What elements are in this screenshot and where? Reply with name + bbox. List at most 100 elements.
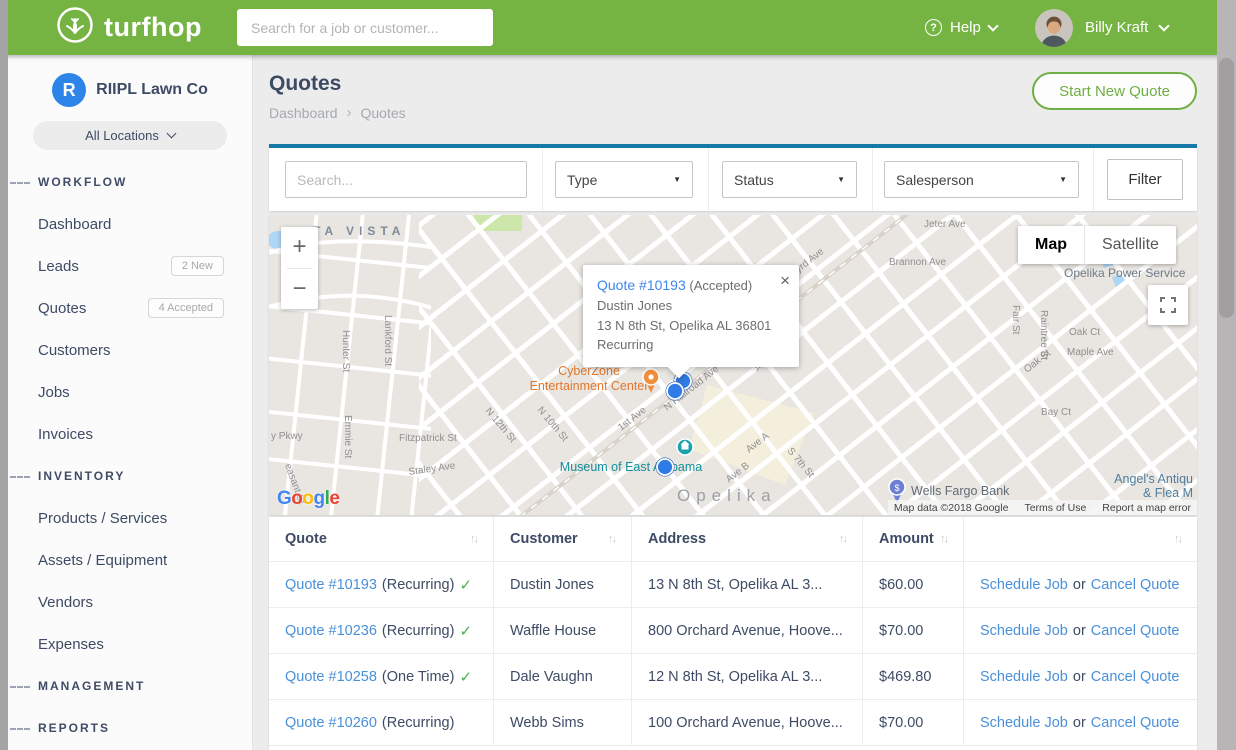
column-header-amount[interactable]: Amount↑↓ (863, 517, 964, 561)
location-selector[interactable]: All Locations (33, 121, 227, 150)
column-header-quote[interactable]: Quote↑↓ (269, 517, 494, 561)
poi-label-angels[interactable]: & Flea M (1143, 486, 1193, 500)
sidebar-item-jobs[interactable]: Jobs (8, 371, 252, 413)
cancel-quote-link[interactable]: Cancel Quote (1091, 669, 1180, 685)
column-header-address[interactable]: Address↑↓ (632, 517, 863, 561)
google-logo[interactable]: Google (277, 488, 339, 510)
sort-icon[interactable]: ↑↓ (1174, 533, 1181, 545)
status-select[interactable]: Status▼ (722, 161, 857, 198)
street-label: Maple Ave (1067, 347, 1114, 358)
fullscreen-button[interactable] (1148, 285, 1188, 325)
address-cell: 13 N 8th St, Opelika AL 3... (632, 562, 863, 607)
info-type: Recurring (597, 335, 785, 355)
sidebar-item-products-services[interactable]: Products / Services (8, 497, 252, 539)
address-cell: 100 Orchard Avenue, Hoove... (632, 700, 863, 745)
sidebar-item-invoices[interactable]: Invoices (8, 413, 252, 455)
chevron-down-icon (1159, 20, 1170, 31)
avatar (1035, 9, 1073, 47)
poi-label-power[interactable]: Opelika Power Service (1064, 266, 1186, 280)
street-label: Lankford St (382, 315, 393, 366)
app-logo-text: turfhop (104, 12, 202, 43)
info-quote-link[interactable]: Quote #10193 (597, 277, 686, 293)
global-search-input[interactable] (237, 9, 493, 46)
scrollbar-thumb[interactable] (1219, 58, 1234, 318)
quotes-search-input[interactable] (285, 161, 527, 198)
quote-marker[interactable] (656, 458, 675, 477)
schedule-job-link[interactable]: Schedule Job (980, 715, 1068, 731)
close-icon[interactable]: × (780, 271, 790, 291)
sort-icon[interactable]: ↑↓ (470, 533, 477, 545)
help-menu[interactable]: ? Help (925, 0, 997, 55)
amount-cell: $60.00 (863, 562, 964, 607)
amount-cell: $70.00 (863, 608, 964, 653)
sidebar-section-workflow[interactable]: WORKFLOW (8, 161, 252, 203)
street-label: Jeter Ave (924, 219, 966, 230)
table-row: Quote #10260(Recurring) Webb Sims 100 Or… (269, 700, 1197, 746)
sidebar-item-expenses[interactable]: Expenses (8, 623, 252, 665)
table-row: Quote #10258(One Time)✓ Dale Vaughn 12 N… (269, 654, 1197, 700)
street-label: Fair St (1010, 305, 1021, 335)
action-separator: or (1073, 577, 1086, 593)
quote-type: (Recurring) (382, 623, 455, 639)
sidebar-item-assets-equipment[interactable]: Assets / Equipment (8, 539, 252, 581)
sidebar-section-inventory[interactable]: INVENTORY (8, 455, 252, 497)
action-separator: or (1073, 623, 1086, 639)
schedule-job-link[interactable]: Schedule Job (980, 577, 1068, 593)
chevron-down-icon (987, 20, 998, 31)
start-new-quote-button[interactable]: Start New Quote (1032, 72, 1197, 110)
sidebar-item-vendors[interactable]: Vendors (8, 581, 252, 623)
column-header-actions[interactable]: ↑↓ (964, 517, 1197, 561)
zoom-out-button[interactable]: − (281, 269, 318, 310)
salesperson-select[interactable]: Salesperson▼ (884, 161, 1079, 198)
sort-icon[interactable]: ↑↓ (839, 533, 846, 545)
quote-link[interactable]: Quote #10260 (285, 715, 377, 731)
poi-label-museum[interactable]: Museum of East Alabama (560, 460, 702, 474)
museum-poi-marker[interactable] (677, 439, 693, 455)
sort-icon[interactable]: ↑↓ (940, 533, 947, 545)
poi-label-angels[interactable]: Angel's Antiqu (1114, 472, 1193, 486)
quotes-table: Quote↑↓ Customer↑↓ Address↑↓ Amount↑↓ ↑↓… (269, 517, 1197, 750)
schedule-job-link[interactable]: Schedule Job (980, 623, 1068, 639)
sidebar-item-dashboard[interactable]: Dashboard (8, 203, 252, 245)
sort-icon[interactable]: ↑↓ (608, 533, 615, 545)
poi-label-cyberzone[interactable]: Entertainment Center (530, 379, 649, 393)
type-select[interactable]: Type▼ (555, 161, 693, 198)
map-type-satellite-button[interactable]: Satellite (1084, 226, 1176, 264)
zoom-in-button[interactable]: + (281, 227, 318, 268)
breadcrumb: Dashboard › Quotes (269, 104, 406, 121)
table-row: Quote #10236(Recurring)✓ Waffle House 80… (269, 608, 1197, 654)
sidebar-item-leads[interactable]: Leads2 New (8, 245, 252, 287)
map-type-map-button[interactable]: Map (1018, 226, 1084, 264)
sidebar-item-quotes[interactable]: Quotes4 Accepted (8, 287, 252, 329)
quote-link[interactable]: Quote #10193 (285, 577, 377, 593)
user-name: Billy Kraft (1085, 19, 1148, 36)
app-logo[interactable]: turfhop (56, 6, 202, 49)
column-header-customer[interactable]: Customer↑↓ (494, 517, 632, 561)
report-map-error-link[interactable]: Report a map error (1102, 502, 1191, 514)
quote-link[interactable]: Quote #10258 (285, 669, 377, 685)
city-label: Opelika (677, 486, 777, 505)
filter-button[interactable]: Filter (1107, 159, 1183, 200)
sidebar-section-management[interactable]: MANAGEMENT (8, 665, 252, 707)
cancel-quote-link[interactable]: Cancel Quote (1091, 623, 1180, 639)
terms-of-use-link[interactable]: Terms of Use (1024, 502, 1086, 514)
sidebar-item-customers[interactable]: Customers (8, 329, 252, 371)
quote-link[interactable]: Quote #10236 (285, 623, 377, 639)
schedule-job-link[interactable]: Schedule Job (980, 669, 1068, 685)
cancel-quote-link[interactable]: Cancel Quote (1091, 577, 1180, 593)
user-menu[interactable]: Billy Kraft (1035, 0, 1168, 55)
cancel-quote-link[interactable]: Cancel Quote (1091, 715, 1180, 731)
breadcrumb-separator: › (347, 104, 352, 121)
breadcrumb-quotes[interactable]: Quotes (361, 105, 406, 121)
quote-marker[interactable] (666, 382, 685, 401)
poi-label-wells-fargo[interactable]: Wells Fargo Bank (911, 484, 1010, 498)
quote-type: (Recurring) (382, 577, 455, 593)
location-selector-label: All Locations (85, 128, 159, 143)
info-quote-status: (Accepted) (689, 278, 752, 293)
section-dash-icon (10, 182, 30, 184)
select-arrow-icon: ▼ (837, 175, 845, 184)
breadcrumb-dashboard[interactable]: Dashboard (269, 105, 338, 121)
info-customer: Dustin Jones (597, 296, 785, 316)
sidebar-section-reports[interactable]: REPORTS (8, 707, 252, 749)
scrollbar[interactable] (1217, 0, 1236, 750)
